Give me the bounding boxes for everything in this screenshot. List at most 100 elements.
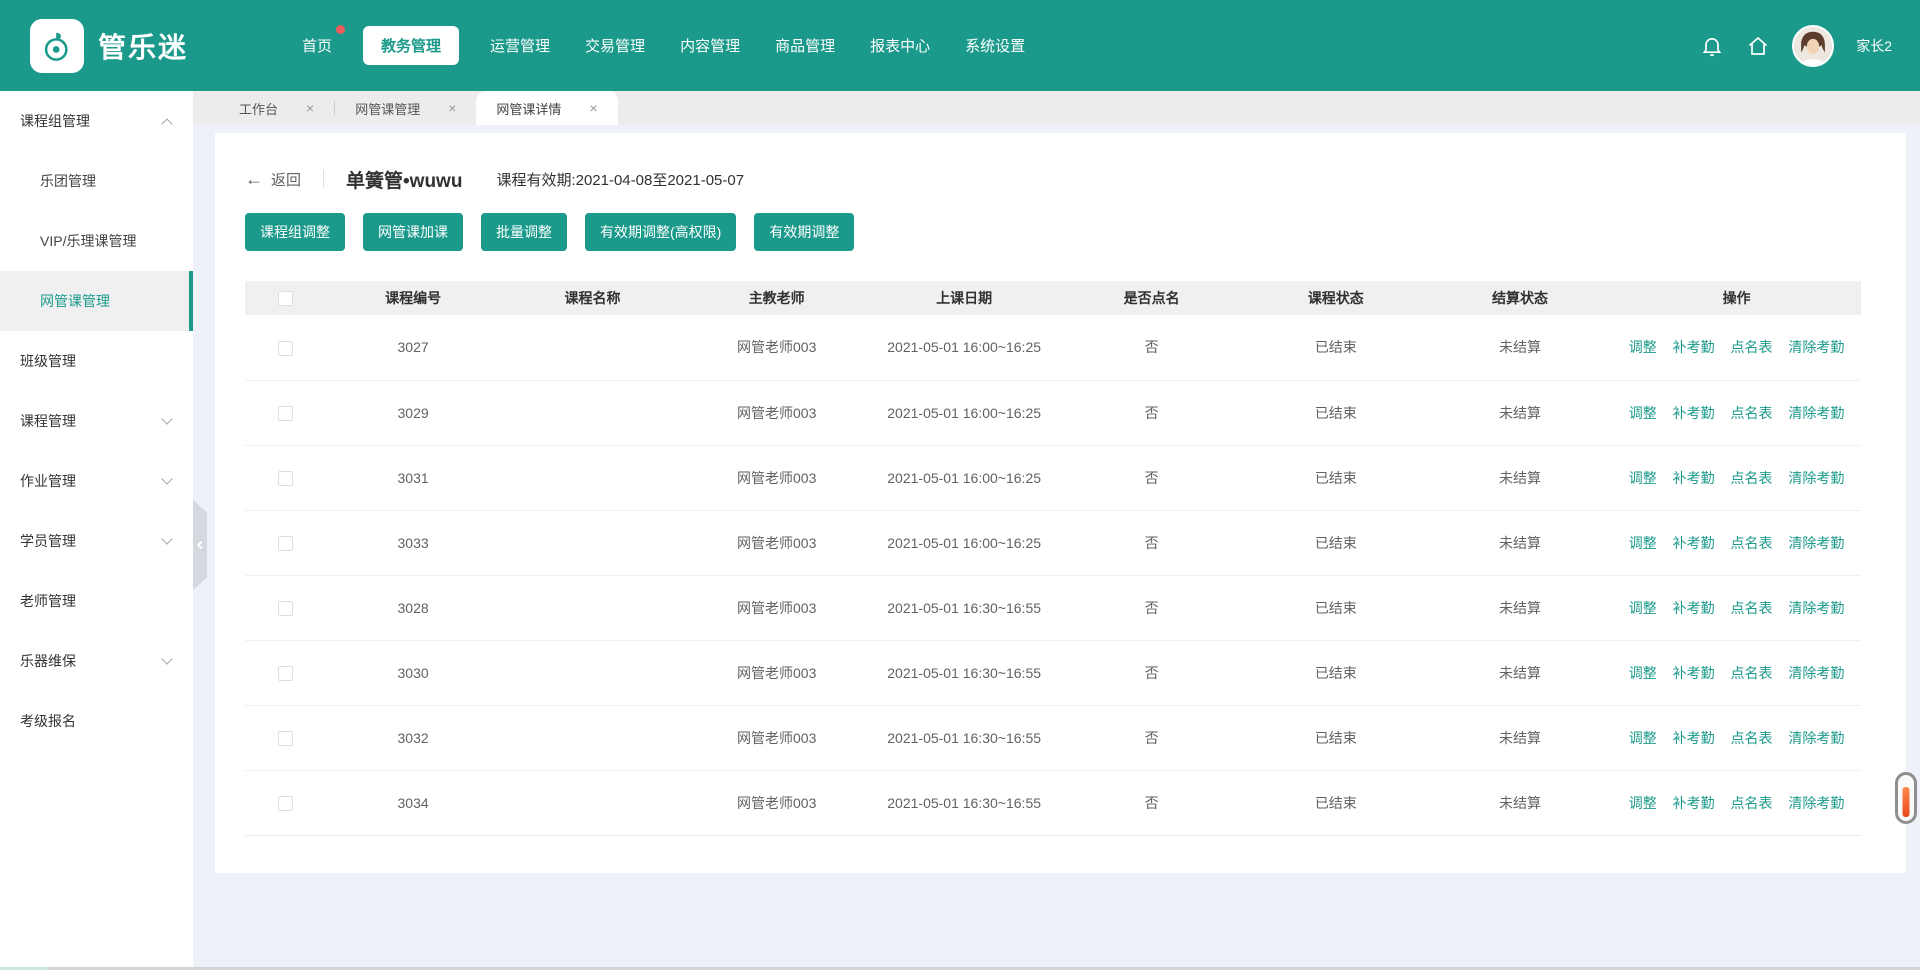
nav-item-operations-mgmt[interactable]: 运营管理 [486, 26, 554, 65]
sidebar-item-teacher-mgmt[interactable]: 老师管理 [0, 571, 193, 631]
row-checkbox[interactable] [278, 406, 293, 421]
clear-attendance-link[interactable]: 清除考勤 [1788, 795, 1844, 811]
rollcall-sheet-link[interactable]: 点名表 [1731, 795, 1773, 811]
row-checkbox[interactable] [278, 601, 293, 616]
clear-attendance-link[interactable]: 清除考勤 [1788, 339, 1844, 355]
sidebar-item-orchestra-mgmt[interactable]: 乐团管理 [0, 151, 193, 211]
bell-icon[interactable] [1700, 34, 1724, 58]
nav-item-home-label: 首页 [302, 38, 332, 55]
clear-attendance-link[interactable]: 清除考勤 [1788, 535, 1844, 551]
cell-date: 2021-05-01 16:30~16:55 [869, 575, 1060, 640]
cell-teacher: 网管老师003 [685, 640, 869, 705]
cell-course-name [500, 770, 684, 835]
sidebar-item-exam-registration[interactable]: 考级报名 [0, 691, 193, 751]
cell-operations: 调整 补考勤 点名表 清除考勤 [1612, 770, 1861, 835]
tab-online-course-detail[interactable]: 网管课详情 × [476, 91, 617, 125]
nav-item-system-settings[interactable]: 系统设置 [961, 26, 1029, 65]
cell-operations: 调整 补考勤 点名表 清除考勤 [1612, 640, 1861, 705]
makeup-attendance-link[interactable]: 补考勤 [1673, 405, 1715, 421]
batch-adjust-button[interactable]: 批量调整 [481, 213, 567, 251]
sidebar-item-student-mgmt[interactable]: 学员管理 [0, 511, 193, 571]
row-checkbox[interactable] [278, 731, 293, 746]
clear-attendance-link[interactable]: 清除考勤 [1788, 470, 1844, 486]
cell-operations: 调整 补考勤 点名表 清除考勤 [1612, 380, 1861, 445]
sidebar-item-label: VIP/乐理课管理 [40, 231, 136, 251]
adjust-link[interactable]: 调整 [1629, 600, 1657, 616]
sidebar-item-online-course-mgmt[interactable]: 网管课管理 [0, 271, 193, 331]
makeup-attendance-link[interactable]: 补考勤 [1673, 795, 1715, 811]
row-checkbox[interactable] [278, 536, 293, 551]
sidebar-collapse-handle[interactable] [193, 500, 207, 590]
makeup-attendance-link[interactable]: 补考勤 [1673, 535, 1715, 551]
table-row: 3029 网管老师003 2021-05-01 16:00~16:25 否 已结… [245, 380, 1861, 445]
validity-adjust-button[interactable]: 有效期调整 [754, 213, 854, 251]
back-button[interactable]: ← 返回 [245, 169, 301, 190]
clear-attendance-link[interactable]: 清除考勤 [1788, 600, 1844, 616]
close-icon[interactable]: × [448, 100, 456, 116]
sidebar-item-instrument-maintenance[interactable]: 乐器维保 [0, 631, 193, 691]
cell-status: 已结束 [1244, 510, 1428, 575]
close-icon[interactable]: × [306, 100, 314, 116]
table-row: 3030 网管老师003 2021-05-01 16:30~16:55 否 已结… [245, 640, 1861, 705]
nav-item-content-mgmt[interactable]: 内容管理 [676, 26, 744, 65]
sidebar-item-course-group-mgmt[interactable]: 课程组管理 [0, 91, 193, 151]
sidebar-item-homework-mgmt[interactable]: 作业管理 [0, 451, 193, 511]
row-checkbox[interactable] [278, 666, 293, 681]
tab-online-course-mgmt[interactable]: 网管课管理 × [335, 91, 476, 125]
select-all-checkbox[interactable] [278, 291, 293, 306]
top-navbar: 管乐迷 首页 教务管理 运营管理 交易管理 内容管理 商品管理 报表中心 系统设… [0, 0, 1920, 91]
tab-workbench[interactable]: 工作台 × [219, 91, 334, 125]
row-checkbox[interactable] [278, 796, 293, 811]
makeup-attendance-link[interactable]: 补考勤 [1673, 339, 1715, 355]
rollcall-sheet-link[interactable]: 点名表 [1731, 535, 1773, 551]
rollcall-sheet-link[interactable]: 点名表 [1731, 405, 1773, 421]
adjust-link[interactable]: 调整 [1629, 470, 1657, 486]
row-checkbox[interactable] [278, 471, 293, 486]
cell-course-id: 3027 [326, 315, 501, 380]
sidebar-item-class-mgmt[interactable]: 班级管理 [0, 331, 193, 391]
validity-adjust-privileged-button[interactable]: 有效期调整(高权限) [585, 213, 736, 251]
sidebar: 课程组管理 乐团管理 VIP/乐理课管理 网管课管理 班级管理 课程管理 作业管… [0, 91, 193, 967]
cell-rollcall: 否 [1059, 640, 1243, 705]
makeup-attendance-link[interactable]: 补考勤 [1673, 665, 1715, 681]
sidebar-item-course-mgmt[interactable]: 课程管理 [0, 391, 193, 451]
nav-item-trade-mgmt[interactable]: 交易管理 [581, 26, 649, 65]
cell-operations: 调整 补考勤 点名表 清除考勤 [1612, 510, 1861, 575]
user-avatar[interactable] [1792, 25, 1834, 67]
cell-rollcall: 否 [1059, 315, 1243, 380]
clear-attendance-link[interactable]: 清除考勤 [1788, 730, 1844, 746]
row-checkbox[interactable] [278, 341, 293, 356]
nav-item-report-center[interactable]: 报表中心 [866, 26, 934, 65]
clear-attendance-link[interactable]: 清除考勤 [1788, 665, 1844, 681]
makeup-attendance-link[interactable]: 补考勤 [1673, 470, 1715, 486]
cell-status: 已结束 [1244, 705, 1428, 770]
vertical-scrollbar[interactable] [1895, 772, 1917, 824]
makeup-attendance-link[interactable]: 补考勤 [1673, 730, 1715, 746]
cell-operations: 调整 补考勤 点名表 清除考勤 [1612, 445, 1861, 510]
adjust-link[interactable]: 调整 [1629, 795, 1657, 811]
nav-item-academic-mgmt[interactable]: 教务管理 [363, 26, 459, 65]
rollcall-sheet-link[interactable]: 点名表 [1731, 730, 1773, 746]
adjust-link[interactable]: 调整 [1629, 665, 1657, 681]
adjust-link[interactable]: 调整 [1629, 535, 1657, 551]
rollcall-sheet-link[interactable]: 点名表 [1731, 470, 1773, 486]
rollcall-sheet-link[interactable]: 点名表 [1731, 339, 1773, 355]
vertical-scrollbar-thumb[interactable] [1903, 787, 1910, 817]
adjust-link[interactable]: 调整 [1629, 405, 1657, 421]
col-teacher: 主教老师 [685, 281, 869, 315]
home-icon[interactable] [1746, 34, 1770, 58]
makeup-attendance-link[interactable]: 补考勤 [1673, 600, 1715, 616]
close-icon[interactable]: × [589, 100, 597, 116]
sidebar-item-label: 学员管理 [20, 531, 76, 551]
user-name[interactable]: 家长2 [1856, 36, 1892, 56]
course-group-adjust-button[interactable]: 课程组调整 [245, 213, 345, 251]
nav-item-home[interactable]: 首页 [298, 26, 336, 65]
nav-item-goods-mgmt[interactable]: 商品管理 [771, 26, 839, 65]
adjust-link[interactable]: 调整 [1629, 339, 1657, 355]
clear-attendance-link[interactable]: 清除考勤 [1788, 405, 1844, 421]
adjust-link[interactable]: 调整 [1629, 730, 1657, 746]
add-online-course-button[interactable]: 网管课加课 [363, 213, 463, 251]
rollcall-sheet-link[interactable]: 点名表 [1731, 665, 1773, 681]
rollcall-sheet-link[interactable]: 点名表 [1731, 600, 1773, 616]
sidebar-item-vip-theory-mgmt[interactable]: VIP/乐理课管理 [0, 211, 193, 271]
